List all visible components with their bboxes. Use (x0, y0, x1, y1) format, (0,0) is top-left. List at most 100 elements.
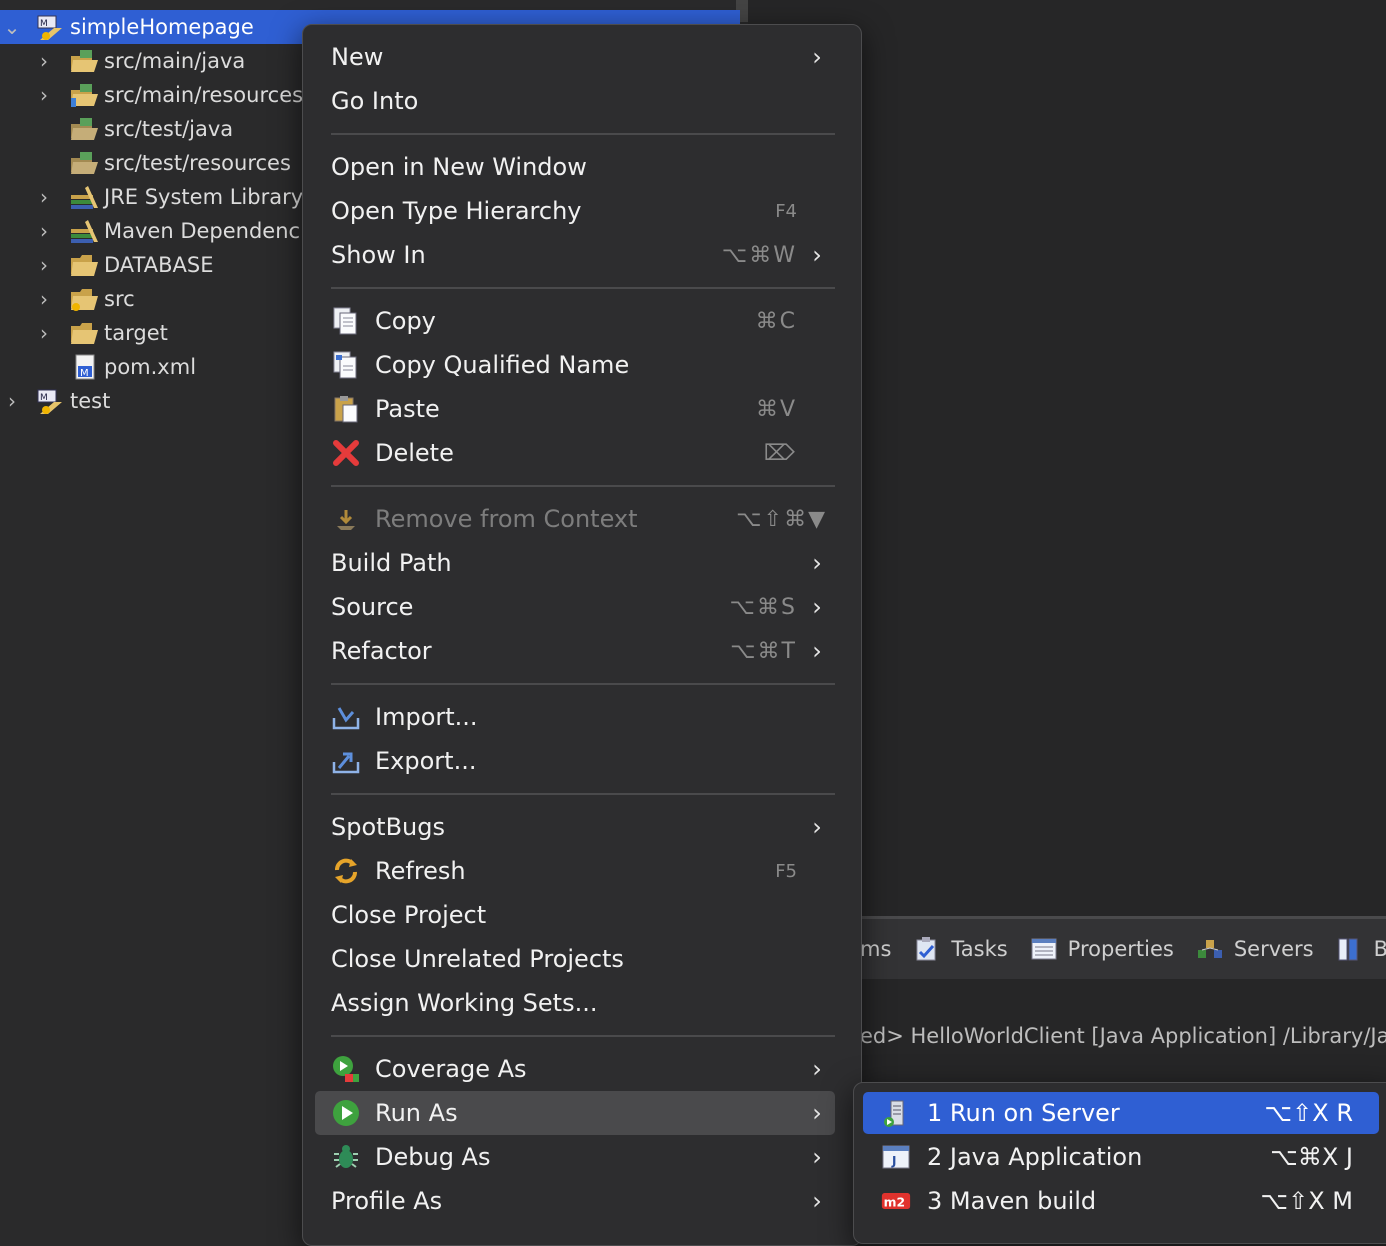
source-folder-icon (70, 48, 100, 74)
menu-item-import[interactable]: Import... (315, 695, 835, 739)
shortcut: ⌥⌘S (729, 594, 797, 620)
submenu-item-maven-build[interactable]: m2 3 Maven build ⌥⇧X M (863, 1180, 1379, 1222)
svg-text:J: J (891, 1154, 896, 1168)
chevron-right-icon[interactable]: › (34, 282, 54, 316)
menu-item-profile-as[interactable]: Profile As › (315, 1179, 835, 1223)
menu-item-paste[interactable]: Paste ⌘V (315, 387, 835, 431)
menu-item-close-project[interactable]: Close Project (315, 893, 835, 937)
tab-bookmarks[interactable]: B (1336, 936, 1386, 962)
menu-item-new[interactable]: New › (315, 35, 835, 79)
shortcut: ⌘C (755, 308, 797, 334)
menu-item-run-as[interactable]: Run As › (315, 1091, 835, 1135)
chevron-right-icon: › (812, 549, 822, 577)
menu-item-refactor[interactable]: Refactor ⌥⌘T › (315, 629, 835, 673)
tree-item-label: DATABASE (104, 253, 214, 277)
tab-label: Servers (1233, 937, 1314, 961)
delete-key-icon: ⌦ (763, 440, 797, 466)
copy-qualified-name-icon (331, 350, 361, 380)
maven-m2-icon: m2 (881, 1186, 911, 1216)
tree-item-label: src/main/java (104, 49, 246, 73)
tree-item-label: src/test/java (104, 117, 234, 141)
menu-item-export[interactable]: Export... (315, 739, 835, 783)
menu-item-show-in[interactable]: Show In ⌥⌘W › (315, 233, 835, 277)
menu-item-coverage-as[interactable]: Coverage As › (315, 1047, 835, 1091)
run-as-submenu: 1 Run on Server ⌥⇧X R J 2 Java Applicati… (853, 1082, 1386, 1244)
tab-label: B (1374, 937, 1386, 961)
folder-icon (70, 286, 100, 312)
import-icon (331, 702, 361, 732)
shortcut: F5 (775, 860, 797, 882)
library-icon (70, 184, 100, 210)
chevron-down-icon[interactable]: ⌄ (2, 10, 22, 44)
chevron-right-icon: › (812, 43, 822, 71)
chevron-right-icon[interactable]: › (34, 316, 54, 350)
chevron-right-icon: › (812, 1055, 822, 1083)
menu-item-spotbugs[interactable]: SpotBugs › (315, 805, 835, 849)
tab-servers[interactable]: Servers (1196, 936, 1314, 962)
chevron-right-icon: › (812, 1143, 822, 1171)
submenu-item-java-application[interactable]: J 2 Java Application ⌥⌘X J (863, 1136, 1379, 1178)
shortcut: ⌥⇧X M (1260, 1187, 1353, 1215)
menu-item-copy[interactable]: Copy ⌘C (315, 299, 835, 343)
menu-item-assign-working-sets[interactable]: Assign Working Sets... (315, 981, 835, 1025)
chevron-right-icon[interactable]: › (34, 78, 54, 112)
remove-context-icon (331, 504, 361, 534)
svg-text:M: M (80, 368, 89, 379)
svg-text:M: M (40, 19, 48, 29)
shortcut: ⌥⌘T (730, 638, 797, 664)
paste-icon (331, 394, 361, 424)
tree-item-label: Maven Dependencies (104, 219, 330, 243)
maven-project-icon: M (36, 14, 66, 40)
library-icon (70, 218, 100, 244)
tree-item-label: simpleHomepage (70, 15, 254, 39)
menu-item-build-path[interactable]: Build Path › (315, 541, 835, 585)
menu-item-delete[interactable]: Delete ⌦ (315, 431, 835, 475)
tasks-icon (913, 936, 941, 962)
tab-tasks[interactable]: Tasks (913, 936, 1008, 962)
tree-item-label: src/main/resources (104, 83, 304, 107)
tab-label: Properties (1067, 937, 1174, 961)
chevron-right-icon[interactable]: › (34, 214, 54, 248)
submenu-item-run-on-server[interactable]: 1 Run on Server ⌥⇧X R (863, 1092, 1379, 1134)
delete-icon (331, 438, 361, 468)
tab-label: ms (860, 937, 892, 961)
chevron-placeholder (34, 112, 54, 146)
bookmarks-icon (1336, 936, 1364, 962)
menu-item-close-unrelated-projects[interactable]: Close Unrelated Projects (315, 937, 835, 981)
menu-item-go-into[interactable]: Go Into (315, 79, 835, 123)
chevron-placeholder (34, 146, 54, 180)
shortcut: ⌥⌘W (721, 242, 797, 268)
tree-item-label: pom.xml (104, 355, 197, 379)
servers-icon (1196, 936, 1224, 962)
tree-item-label: JRE System Library (104, 185, 304, 209)
chevron-placeholder (34, 350, 54, 384)
java-app-icon: J (881, 1142, 911, 1172)
tab-label: Tasks (951, 937, 1008, 961)
source-folder-icon (70, 150, 100, 176)
svg-text:m2: m2 (884, 1195, 905, 1209)
tree-item-label: src (104, 287, 135, 311)
menu-item-copy-qualified-name[interactable]: Copy Qualified Name (315, 343, 835, 387)
folder-icon (70, 320, 100, 346)
menu-item-source[interactable]: Source ⌥⌘S › (315, 585, 835, 629)
maven-pom-icon: M (70, 354, 100, 380)
menu-item-open-in-new-window[interactable]: Open in New Window (315, 145, 835, 189)
server-icon (881, 1098, 911, 1128)
menu-separator (331, 133, 835, 135)
menu-separator (331, 793, 835, 795)
chevron-right-icon: › (812, 813, 822, 841)
copy-icon (331, 306, 361, 336)
tab-properties[interactable]: Properties (1030, 936, 1174, 962)
chevron-right-icon: › (812, 1099, 822, 1127)
chevron-right-icon[interactable]: › (34, 248, 54, 282)
tab-problems[interactable]: ms (860, 937, 891, 961)
chevron-right-icon[interactable]: › (34, 180, 54, 214)
chevron-right-icon[interactable]: › (34, 44, 54, 78)
chevron-right-icon[interactable]: › (2, 384, 22, 418)
menu-item-debug-as[interactable]: Debug As › (315, 1135, 835, 1179)
menu-item-refresh[interactable]: Refresh F5 (315, 849, 835, 893)
coverage-icon (331, 1054, 361, 1084)
refresh-icon (331, 856, 361, 886)
folder-icon (70, 252, 100, 278)
menu-item-open-type-hierarchy[interactable]: Open Type Hierarchy F4 (315, 189, 835, 233)
